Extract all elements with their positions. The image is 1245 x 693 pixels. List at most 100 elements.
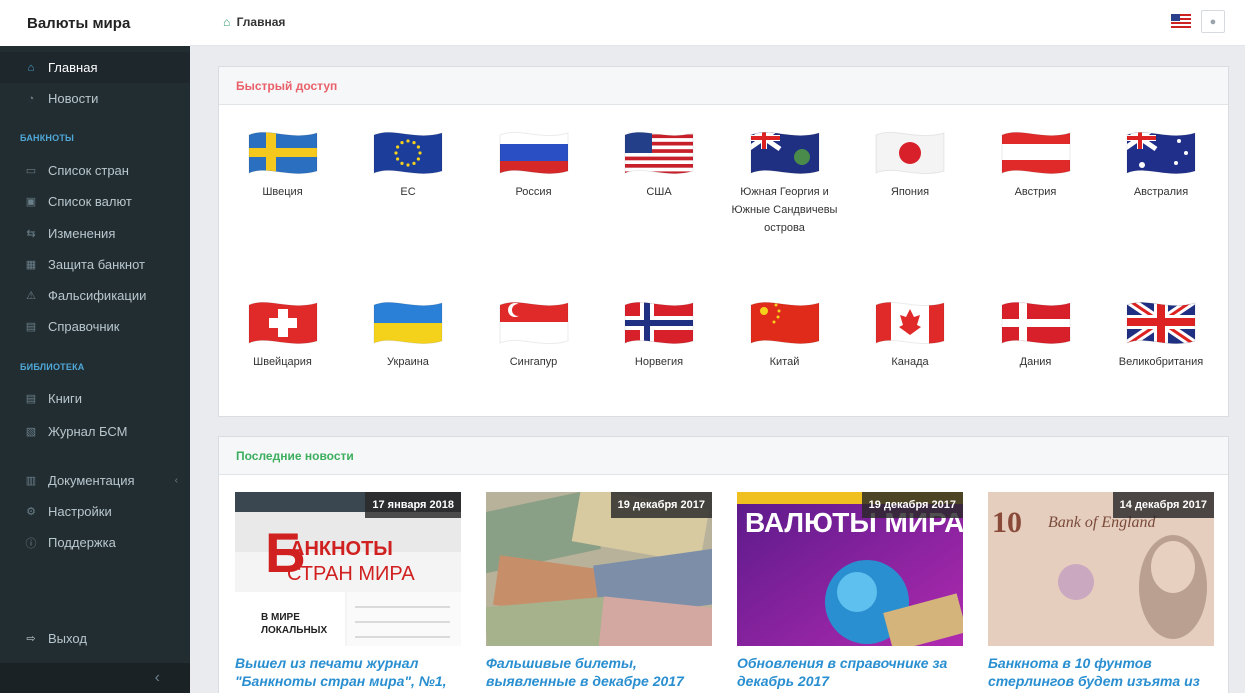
- gear-icon: ●: [1209, 15, 1217, 28]
- news-item[interactable]: ВАЛЮТЫ МИРА: 19 декабря 2017 Обновления …: [737, 492, 963, 690]
- country-china[interactable]: Китай: [722, 297, 847, 371]
- chevron-left-icon: ‹: [154, 669, 160, 686]
- country-name[interactable]: Норвегия: [597, 353, 722, 371]
- news-date: 14 декабря 2017: [1112, 492, 1214, 518]
- singapore-flag-icon: [499, 301, 568, 345]
- sidebar-item-label: Справочник: [48, 319, 120, 334]
- settings-button[interactable]: ●: [1201, 10, 1225, 33]
- country-ukraine[interactable]: Украина: [346, 297, 471, 371]
- country-name[interactable]: Канада: [848, 353, 973, 371]
- sidebar-item-currencies[interactable]: ▣ Список валют: [0, 186, 190, 217]
- country-russia[interactable]: Россия: [471, 127, 596, 201]
- sidebar-collapse-button[interactable]: ‹: [0, 663, 190, 693]
- news-image[interactable]: ВАЛЮТЫ МИРА: 19 декабря 2017: [737, 492, 963, 646]
- breadcrumb[interactable]: ⌂ Главная: [223, 15, 285, 29]
- money-icon: ▣: [25, 196, 37, 208]
- news-item[interactable]: 10 Bank of England 14 декабря 2017 Банкн…: [988, 492, 1214, 690]
- usa-flag-icon: [624, 131, 694, 175]
- sidebar-item-label: Книги: [48, 391, 83, 406]
- country-name[interactable]: Япония: [848, 183, 973, 201]
- book-icon: ▤: [25, 393, 37, 405]
- top-header: ⌂ Главная ●: [190, 0, 1245, 46]
- country-japan[interactable]: Япония: [848, 127, 973, 201]
- country-name[interactable]: Австралия: [1099, 183, 1224, 201]
- sidebar-item-docs[interactable]: ▥ Документация ‹: [0, 465, 190, 496]
- country-uk[interactable]: Великобритания: [1099, 297, 1224, 371]
- sidebar-item-label: Выход: [48, 631, 87, 646]
- country-sgssi[interactable]: Южная Георгия и Южные Сандвичевы острова: [722, 127, 847, 237]
- svg-text:АНКНОТЫ: АНКНОТЫ: [290, 538, 393, 560]
- canada-flag-icon: [875, 301, 945, 345]
- sidebar-item-settings[interactable]: ⚙ Настройки: [0, 496, 190, 527]
- sidebar-item-support[interactable]: ⓘ Поддержка: [0, 527, 190, 558]
- country-name[interactable]: Дания: [973, 353, 1098, 371]
- news-headline[interactable]: Обновления в справочнике за декабрь 2017: [737, 654, 963, 690]
- svg-text:В МИРЕ: В МИРЕ: [261, 612, 300, 623]
- news-date: 19 декабря 2017: [610, 492, 712, 518]
- pdf-icon: ▧: [25, 426, 37, 438]
- country-name[interactable]: Австрия: [973, 183, 1098, 201]
- news-date: 17 января 2018: [365, 492, 461, 518]
- home-icon: ⌂: [223, 15, 231, 29]
- country-eu[interactable]: ЕС: [346, 127, 471, 201]
- country-austria[interactable]: Австрия: [973, 127, 1098, 201]
- country-name[interactable]: Сингапур: [471, 353, 596, 371]
- sidebar-item-countries[interactable]: ▭ Список стран: [0, 155, 190, 186]
- news-item[interactable]: 19 декабря 2017 Фальшивые билеты, выявле…: [486, 492, 712, 690]
- news-image[interactable]: 19 декабря 2017: [486, 492, 712, 646]
- japan-flag-icon: [875, 131, 945, 175]
- news-headline[interactable]: Банкнота в 10 фунтов стерлингов будет из…: [988, 654, 1214, 690]
- sidebar-item-logout[interactable]: ⇨ Выход: [0, 623, 190, 654]
- sidebar-item-label: Журнал БСМ: [48, 424, 128, 439]
- country-norway[interactable]: Норвегия: [597, 297, 722, 371]
- sgssi-flag-icon: [750, 131, 819, 175]
- sidebar-item-books[interactable]: ▤ Книги: [0, 383, 190, 414]
- language-flag-icon[interactable]: [1171, 14, 1191, 28]
- sidebar-item-label: Фальсификации: [48, 288, 147, 303]
- sidebar-item-label: Главная: [48, 60, 98, 75]
- news-title: Последние новости: [219, 437, 1228, 475]
- country-denmark[interactable]: Дания: [973, 297, 1098, 371]
- sidebar-item-changes[interactable]: ⇆ Изменения: [0, 218, 190, 249]
- sidebar-item-journal[interactable]: ▧ Журнал БСМ: [0, 416, 190, 447]
- sweden-flag-icon: [248, 131, 317, 175]
- sidebar-item-counterfeits[interactable]: ⚠ Фальсификации: [0, 280, 190, 311]
- country-name[interactable]: Южная Георгия и Южные Сандвичевы острова: [722, 183, 847, 237]
- news-panel: Последние новости Б АНКНОТЫ СТРАН МИРА В…: [218, 436, 1229, 693]
- norway-flag-icon: [624, 301, 694, 345]
- country-name[interactable]: США: [597, 183, 722, 201]
- rss-icon: ◔: [27, 92, 35, 105]
- sidebar-item-security[interactable]: ▦ Защита банкнот: [0, 249, 190, 280]
- news-image[interactable]: 10 Bank of England 14 декабря 2017: [988, 492, 1214, 646]
- sidebar-item-reference[interactable]: ▤ Справочник: [0, 311, 190, 342]
- news-headline[interactable]: Вышел из печати журнал "Банкноты стран м…: [235, 654, 461, 690]
- china-flag-icon: [750, 301, 819, 345]
- country-canada[interactable]: Канада: [848, 297, 973, 371]
- country-switzerland[interactable]: Швейцария: [220, 297, 345, 371]
- russia-flag-icon: [499, 131, 568, 175]
- country-name[interactable]: Россия: [471, 183, 596, 201]
- sidebar: ⌂ Главная ◔ Новости БАНКНОТЫ ▭ Список ст…: [0, 46, 190, 693]
- news-headline[interactable]: Фальшивые билеты, выявленные в декабре 2…: [486, 654, 712, 690]
- country-australia[interactable]: Австралия: [1099, 127, 1224, 201]
- sidebar-item-news[interactable]: ◔ Новости: [0, 83, 190, 114]
- country-usa[interactable]: США: [597, 127, 722, 201]
- news-item[interactable]: Б АНКНОТЫ СТРАН МИРА В МИРЕ ЛОКАЛЬНЫХ 17…: [235, 492, 461, 690]
- sidebar-item-label: Поддержка: [48, 535, 116, 550]
- country-name[interactable]: Китай: [722, 353, 847, 371]
- country-name[interactable]: Украина: [346, 353, 471, 371]
- sidebar-item-label: Список стран: [48, 163, 129, 178]
- country-sweden[interactable]: Швеция: [220, 127, 345, 201]
- svg-text:СТРАН МИРА: СТРАН МИРА: [287, 563, 415, 585]
- news-image[interactable]: Б АНКНОТЫ СТРАН МИРА В МИРЕ ЛОКАЛЬНЫХ 17…: [235, 492, 461, 646]
- country-name[interactable]: Швейцария: [220, 353, 345, 371]
- app-title[interactable]: Валюты мира: [0, 0, 190, 46]
- sidebar-item-home[interactable]: ⌂ Главная: [0, 52, 190, 83]
- country-singapore[interactable]: Сингапур: [471, 297, 596, 371]
- country-name[interactable]: Швеция: [220, 183, 345, 201]
- sidebar-item-label: Новости: [48, 91, 99, 106]
- country-name[interactable]: Великобритания: [1099, 353, 1224, 371]
- australia-flag-icon: [1126, 131, 1196, 175]
- country-name[interactable]: ЕС: [346, 183, 471, 201]
- sidebar-item-label: Изменения: [48, 226, 116, 241]
